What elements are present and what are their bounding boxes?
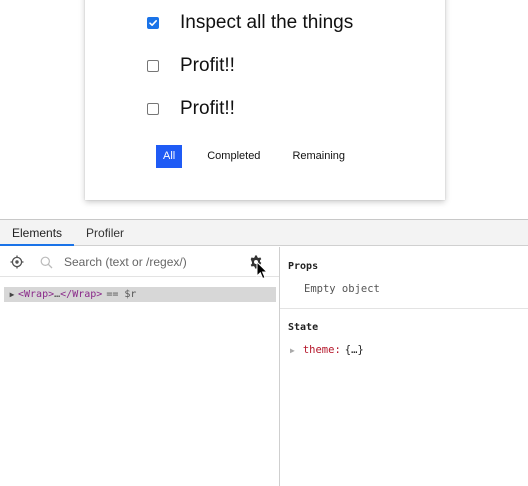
filter-bar: All Completed Remaining [156,145,370,168]
todo-checkbox-checked[interactable] [147,17,159,29]
devtools-tabbar: Elements Profiler [0,220,528,246]
todo-item[interactable]: Inspect all the things [147,11,353,35]
crosshair-target-icon[interactable] [10,255,24,269]
inspector-pane: Props Empty object State ▶ theme: {…} [280,247,528,486]
state-item-theme[interactable]: ▶ theme: {…} [290,344,364,356]
section-divider [280,308,528,309]
component-tree-pane: ▶ <Wrap> … </Wrap> == $r [0,247,280,486]
state-key: theme [302,344,335,356]
search-bar [0,247,279,280]
tree-close-tag: </Wrap> [60,289,103,300]
state-value: {…} [344,344,364,356]
todo-text: Profit!! [180,55,235,76]
devtools-panel: Elements Profiler Search (text or /regex… [0,219,528,486]
state-title: State [288,322,319,333]
tree-row-selected[interactable]: ▶ <Wrap> … </Wrap> == $r [4,287,276,302]
checkmark-icon [149,20,157,26]
expand-arrow-icon[interactable]: ▶ [6,290,18,299]
filter-remaining-button[interactable]: Remaining [285,145,352,168]
filter-all-button[interactable]: All [156,145,183,168]
mouse-cursor-icon [256,261,269,280]
tab-elements[interactable]: Elements [0,220,75,246]
expand-arrow-icon[interactable]: ▶ [290,346,295,355]
todo-text: Inspect all the things [180,12,354,33]
todo-checkbox[interactable] [147,60,159,72]
todo-item[interactable]: Profit!! [147,54,235,78]
tab-profiler[interactable]: Profiler [74,220,136,245]
search-icon [40,256,53,269]
todo-card: Inspect all the things Profit!! Profit!!… [85,0,445,200]
search-input[interactable] [64,253,234,271]
screen: Inspect all the things Profit!! Profit!!… [0,0,528,486]
todo-item[interactable]: Profit!! [147,97,235,121]
todo-text: Profit!! [180,98,235,119]
devtools-panes: ▶ <Wrap> … </Wrap> == $r Props Empty obj… [0,247,528,486]
filter-completed-button[interactable]: Completed [200,145,267,168]
app-preview-area: Inspect all the things Profit!! Profit!!… [0,0,528,219]
props-title: Props [288,261,319,272]
state-key-colon: : [334,344,341,356]
tree-ref: == $r [106,289,137,300]
tree-open-tag: <Wrap> [18,289,55,300]
todo-checkbox[interactable] [147,103,159,115]
props-empty-text: Empty object [304,283,380,295]
